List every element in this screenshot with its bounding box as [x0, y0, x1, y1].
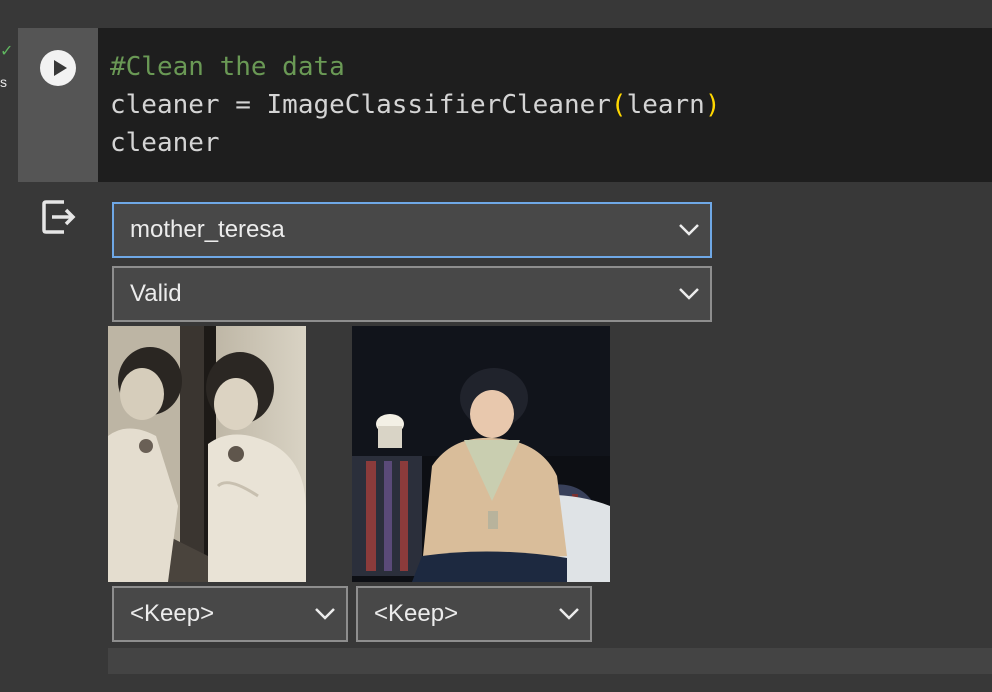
output-scrollbar[interactable] [108, 648, 992, 674]
cell-gutter [18, 28, 98, 182]
code-token: cleaner = ImageClassifierCleaner [110, 90, 611, 120]
output-redirect-icon[interactable] [40, 198, 78, 236]
play-icon [54, 60, 67, 76]
code-cell[interactable]: #Clean the data cleaner = ImageClassifie… [18, 28, 992, 182]
photo-icon [108, 326, 306, 582]
image-action-select-2[interactable]: <Keep> [356, 586, 592, 642]
code-line-assign: cleaner = ImageClassifierCleaner(learn) [110, 90, 721, 120]
image-action-select-1[interactable]: <Keep> [112, 586, 348, 642]
chevron-down-icon [679, 288, 699, 300]
category-select-value: mother_teresa [130, 216, 285, 243]
image-thumbnail-2[interactable] [352, 326, 610, 582]
category-select[interactable]: mother_teresa [112, 202, 712, 258]
chevron-down-icon [679, 224, 699, 236]
chevron-down-icon [315, 608, 335, 620]
split-select-value: Valid [130, 280, 182, 307]
image-thumbnail-1[interactable] [108, 326, 306, 582]
code-paren-close: ) [704, 90, 721, 120]
image-action-value-1: <Keep> [130, 600, 215, 627]
code-comment: #Clean the data [110, 52, 345, 82]
run-cell-button[interactable] [40, 50, 76, 86]
code-arg: learn [626, 90, 705, 120]
execution-time-suffix: s [0, 74, 7, 90]
image-action-value-2: <Keep> [374, 600, 459, 627]
code-line-display: cleaner [110, 128, 220, 158]
notebook-toolbar [0, 0, 992, 28]
split-select[interactable]: Valid [112, 266, 712, 322]
photo-icon [352, 326, 610, 582]
code-paren-open: ( [610, 90, 627, 120]
cell-execution-status: ✓ s [0, 44, 18, 94]
notebook-page: ✓ s #Clean the data cleaner = ImageClass… [0, 0, 992, 692]
chevron-down-icon [559, 608, 579, 620]
check-icon: ✓ [0, 43, 14, 60]
code-editor[interactable]: #Clean the data cleaner = ImageClassifie… [110, 48, 721, 162]
